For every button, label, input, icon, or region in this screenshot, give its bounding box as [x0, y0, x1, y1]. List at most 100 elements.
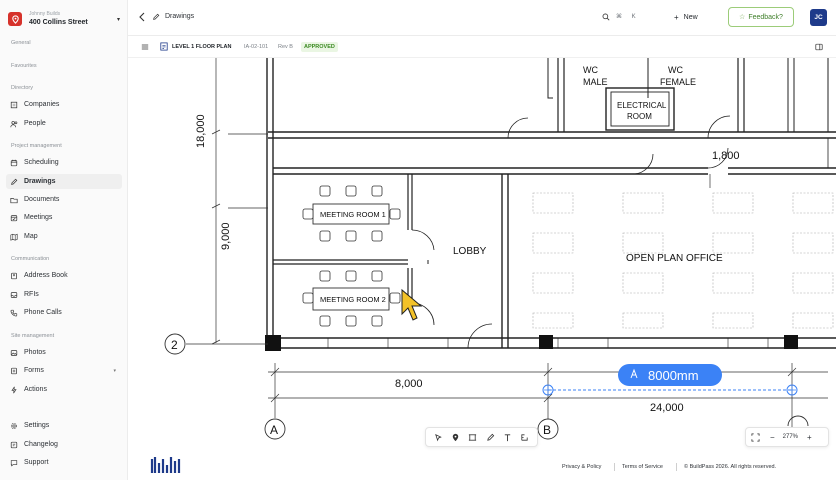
select-tool-icon[interactable] — [434, 433, 443, 442]
sidebar-item-phone-calls[interactable]: Phone Calls — [6, 305, 122, 320]
gear-icon — [10, 422, 18, 430]
chevron-down-icon: ▾ — [113, 367, 116, 374]
zoom-in-button[interactable]: + — [807, 433, 812, 442]
folder-icon — [10, 196, 18, 204]
zoom-level: 277% — [782, 434, 799, 440]
pin-icon[interactable] — [451, 433, 460, 442]
gridline-label: A — [270, 423, 278, 437]
sidebar-item-label: Companies — [24, 101, 60, 108]
sidebar-item-scheduling[interactable]: Scheduling — [6, 155, 122, 170]
drawing-title: LEVEL 1 FLOOR PLAN — [172, 44, 232, 50]
search-icon[interactable] — [602, 13, 610, 21]
text-tool-icon[interactable] — [503, 433, 512, 442]
sidebar-item-settings[interactable]: Settings — [6, 418, 122, 433]
sidebar-item-support[interactable]: Support — [6, 455, 122, 470]
map-icon — [10, 233, 18, 241]
sidebar-item-meetings[interactable]: Meetings — [6, 210, 122, 225]
sidebar-item-map[interactable]: Map — [6, 229, 122, 244]
search-shortcut: ⌘ K — [616, 14, 640, 20]
chevron-down-icon: ▾ — [116, 16, 120, 23]
feedback-label: Feedback? — [748, 13, 783, 21]
sidebar-item-companies[interactable]: Companies — [6, 97, 122, 112]
copyright-text: © BuildPass 2026. All rights reserved. — [684, 464, 777, 470]
sidebar-item-label: Phone Calls — [24, 309, 62, 316]
lightning-icon — [10, 386, 18, 394]
sidebar-item-label: People — [24, 120, 46, 127]
project-name: 400 Collins Street — [29, 19, 88, 26]
sidebar-item-label: Changelog — [24, 441, 58, 448]
sidebar-item-label: Photos — [24, 349, 46, 356]
sidebar-item-rfis[interactable]: RFIs — [6, 287, 122, 302]
breadcrumb[interactable]: Drawings — [165, 13, 194, 20]
sparkle-icon: ☆ — [739, 14, 746, 21]
measurement-annotation[interactable]: 8000mm — [542, 364, 798, 396]
sidebar-item-label: RFIs — [24, 291, 39, 298]
new-button-label: New — [683, 13, 698, 21]
top-bar: Drawings ⌘ K + New ☆ Feedback? JC — [128, 0, 836, 36]
chat-icon — [10, 459, 18, 467]
pen-tool-icon[interactable] — [486, 433, 495, 442]
section-project-management: Project management — [11, 143, 62, 149]
room-label: WC — [668, 65, 683, 75]
room-label: ROOM — [627, 112, 652, 121]
room-label: MEETING ROOM 2 — [320, 295, 386, 304]
dimension-label: 1,800 — [712, 150, 740, 162]
status-badge: APPROVED — [301, 42, 338, 52]
avatar[interactable]: JC — [810, 9, 827, 26]
sidebar-item-photos[interactable]: Photos — [6, 345, 122, 360]
inbox-icon — [10, 291, 18, 299]
measurement-value: 8000mm — [648, 368, 699, 383]
buildpass-logo-icon — [150, 457, 181, 473]
project-org: Johnny Builds — [29, 11, 61, 17]
section-general[interactable]: General — [11, 40, 31, 46]
plus-icon: + — [674, 12, 679, 22]
drawing-sheet-icon — [160, 42, 168, 51]
pencil-icon — [153, 13, 160, 20]
sidebar-item-label: Documents — [24, 196, 60, 203]
phone-icon — [10, 309, 18, 317]
section-favourites[interactable]: Favourites — [11, 63, 37, 69]
dimension-label: 18,000 — [195, 114, 207, 148]
sidebar-item-forms[interactable]: Forms ▾ — [6, 363, 122, 378]
sidebar-item-label: Support — [24, 459, 49, 466]
sidebar: Johnny Builds 400 Collins Street ▾ Gener… — [0, 0, 128, 480]
new-button[interactable]: + New — [674, 10, 698, 24]
sidebar-toggle-icon[interactable] — [815, 43, 823, 51]
section-directory: Directory — [11, 85, 34, 91]
room-label: FEMALE — [660, 77, 696, 87]
chevron-left-icon[interactable] — [138, 12, 146, 22]
privacy-link[interactable]: Privacy & Policy — [562, 464, 601, 470]
zoom-out-button[interactable]: − — [770, 433, 775, 442]
project-switcher[interactable]: Johnny Builds 400 Collins Street ▾ — [8, 8, 120, 30]
building-icon — [10, 101, 18, 109]
sidebar-item-people[interactable]: People — [6, 116, 122, 131]
image-icon — [10, 349, 18, 357]
sidebar-item-drawings[interactable]: Drawings — [6, 174, 122, 189]
footer-divider — [676, 463, 677, 471]
sidebar-item-label: Settings — [24, 422, 50, 429]
fit-screen-icon[interactable] — [751, 432, 760, 442]
drawing-number: IA-02-101 — [244, 44, 269, 50]
section-site-management: Site management — [11, 333, 55, 339]
drawing-revision: Rev B — [278, 44, 293, 50]
menu-icon[interactable] — [141, 43, 149, 51]
terms-link[interactable]: Terms of Service — [622, 464, 663, 470]
pencil-icon — [10, 178, 18, 186]
room-label: ELECTRICAL — [617, 101, 667, 110]
sidebar-item-actions[interactable]: Actions — [6, 382, 122, 397]
drawing-canvas[interactable]: 8000mm WC MALE WC FEMALE ELECTRICAL ROOM… — [128, 58, 836, 480]
feedback-button[interactable]: ☆ Feedback? — [728, 7, 794, 27]
calendar-check-icon — [10, 214, 18, 222]
sidebar-item-documents[interactable]: Documents — [6, 192, 122, 207]
floor-plan[interactable]: 8000mm WC MALE WC FEMALE ELECTRICAL ROOM… — [128, 58, 836, 480]
zoom-control: − 277% + — [745, 427, 829, 447]
sidebar-item-changelog[interactable]: Changelog — [6, 437, 122, 452]
gridline-label: 2 — [171, 338, 178, 352]
crop-icon[interactable] — [468, 433, 477, 442]
project-logo-icon — [8, 12, 22, 26]
sidebar-item-address-book[interactable]: Address Book — [6, 268, 122, 283]
users-icon — [10, 120, 18, 128]
measure-tool-icon[interactable] — [520, 433, 529, 442]
footer-divider — [614, 463, 615, 471]
dimension-label: 9,000 — [220, 222, 232, 250]
